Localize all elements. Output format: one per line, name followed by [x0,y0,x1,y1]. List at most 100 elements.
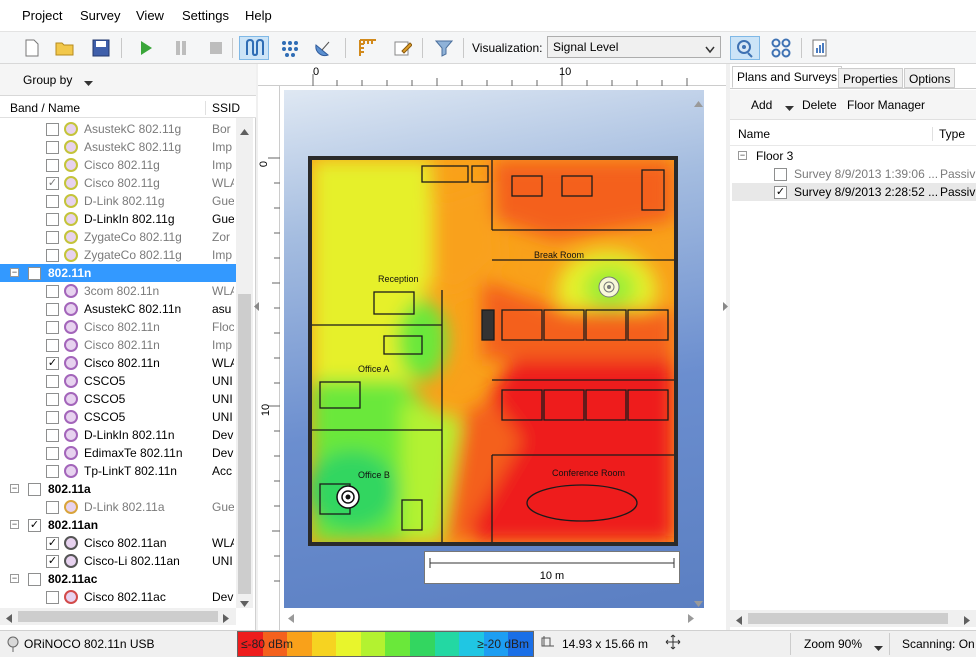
visualization-select[interactable]: Signal Level [547,36,721,58]
band-group-row[interactable]: − ✓ 802.11n [0,264,236,282]
scroll-up-icon[interactable] [694,96,703,110]
network-checkbox[interactable]: ✓ [46,357,59,370]
network-checkbox[interactable] [46,591,59,604]
group-by-button[interactable]: Group by [23,73,72,87]
band-checkbox[interactable] [28,483,41,496]
network-row[interactable]: ✓ Cisco-Li 802.11an UNI [0,552,236,570]
tab-plans-and-surveys[interactable]: Plans and Surveys [732,66,843,88]
satellite-dish-icon[interactable] [311,36,335,60]
network-row[interactable]: D-Link 802.11a Gue [0,498,236,516]
access-point-icon[interactable] [336,485,360,509]
network-row[interactable]: AsustekC 802.11g Imp [0,138,236,156]
tab-properties[interactable]: Properties [838,68,903,88]
network-checkbox[interactable] [46,447,59,460]
network-row[interactable]: Tp-LinkT 802.11n Acc [0,462,236,480]
scroll-right-icon[interactable] [223,612,229,626]
network-checkbox[interactable] [46,411,59,424]
edit-icon[interactable] [391,36,415,60]
horizontal-scrollbar[interactable] [730,610,976,627]
network-row[interactable]: Cisco 802.11n Imp [0,336,236,354]
network-row[interactable]: CSCO5 UNI [0,372,236,390]
floor-row[interactable]: − Floor 3 [738,147,976,165]
network-checkbox[interactable] [46,123,59,136]
network-checkbox[interactable] [46,159,59,172]
filter-icon[interactable] [432,36,456,60]
band-group-row[interactable]: − ✓ 802.11an [0,516,236,534]
network-checkbox[interactable] [46,195,59,208]
adapter-name[interactable]: ORiNOCO 802.11n USB [24,637,155,651]
move-icon[interactable] [665,634,681,653]
open-folder-icon[interactable] [53,36,77,60]
network-row[interactable]: 3com 802.11n WLA [0,282,236,300]
scrollbar-thumb[interactable] [748,613,948,624]
network-checkbox[interactable] [46,393,59,406]
menu-help[interactable]: Help [245,8,272,23]
scroll-down-icon[interactable] [694,596,703,610]
tab-options[interactable]: Options [904,68,956,88]
collapse-right-panel-icon[interactable] [723,300,728,314]
network-checkbox[interactable] [46,213,59,226]
network-row[interactable]: Cisco 802.11n Floc [0,318,236,336]
delete-button[interactable]: Delete [802,98,837,112]
collapse-icon[interactable]: − [10,268,19,277]
access-point-icon[interactable] [598,276,620,298]
survey-row[interactable]: ✓ Survey 8/9/2013 2:28:52 ... Passiv [732,183,976,201]
column-type-header[interactable]: Type [932,127,965,141]
menu-survey[interactable]: Survey [80,8,120,23]
calibrate-icon[interactable] [356,36,380,60]
zoom-dropdown[interactable]: Zoom 90% [790,633,890,655]
band-group-row[interactable]: − 802.11ac [0,570,236,588]
network-row[interactable]: AsustekC 802.11n asu [0,300,236,318]
network-checkbox[interactable] [46,231,59,244]
scroll-left-icon[interactable] [288,612,294,626]
collapse-left-panel-icon[interactable] [254,300,259,314]
network-row[interactable]: ZygateCo 802.11g Imp [0,246,236,264]
collapse-icon[interactable]: − [738,151,747,160]
scroll-right-icon[interactable] [964,614,970,628]
save-icon[interactable] [89,36,113,60]
vertical-scrollbar[interactable] [236,118,253,608]
collapse-icon[interactable]: − [10,520,19,529]
network-checkbox[interactable] [46,375,59,388]
scrollbar-thumb[interactable] [18,611,218,622]
network-row[interactable]: Cisco 802.11ac Dev [0,588,236,606]
network-row[interactable]: CSCO5 UNI [0,408,236,426]
band-checkbox[interactable] [28,573,41,586]
network-checkbox[interactable] [46,339,59,352]
band-checkbox[interactable]: ✓ [28,267,41,280]
network-row[interactable]: ✓ Cisco 802.11n WLA [0,354,236,372]
chevron-down-icon[interactable] [84,76,93,90]
horizontal-scrollbar[interactable] [0,608,236,625]
network-checkbox[interactable] [46,303,59,316]
network-checkbox[interactable] [46,465,59,478]
column-name-header[interactable]: Name [738,127,770,141]
survey-checkbox[interactable]: ✓ [774,186,787,199]
scroll-left-icon[interactable] [736,614,742,628]
collapse-icon[interactable]: − [10,484,19,493]
new-file-icon[interactable] [20,36,44,60]
network-row[interactable]: D-Link 802.11g Gue [0,192,236,210]
scroll-down-icon[interactable] [240,596,249,610]
band-group-row[interactable]: − 802.11a [0,480,236,498]
network-checkbox[interactable]: ✓ [46,555,59,568]
scroll-right-icon[interactable] [688,612,694,626]
network-row[interactable]: ✓ Cisco 802.11g WLA [0,174,236,192]
band-checkbox[interactable]: ✓ [28,519,41,532]
network-checkbox[interactable] [46,429,59,442]
scroll-up-icon[interactable] [240,124,249,138]
network-checkbox[interactable] [46,321,59,334]
scrollbar-thumb[interactable] [238,294,251,594]
menu-settings[interactable]: Settings [182,8,229,23]
network-checkbox[interactable] [46,285,59,298]
survey-mode-icon[interactable] [239,36,269,60]
chevron-down-icon[interactable] [785,101,794,115]
network-row[interactable]: CSCO5 UNI [0,390,236,408]
network-row[interactable]: D-LinkIn 802.11g Gue [0,210,236,228]
column-name-header[interactable]: Band / Name [10,101,80,115]
grid-points-icon[interactable] [278,36,302,60]
column-ssid-header[interactable]: SSID [205,101,240,115]
network-checkbox[interactable]: ✓ [46,537,59,550]
floor-manager-button[interactable]: Floor Manager [847,98,925,112]
heatmap-floor-plan[interactable]: Reception Office A Office B Break Room C… [307,156,678,546]
map-canvas[interactable]: Reception Office A Office B Break Room C… [284,90,704,608]
